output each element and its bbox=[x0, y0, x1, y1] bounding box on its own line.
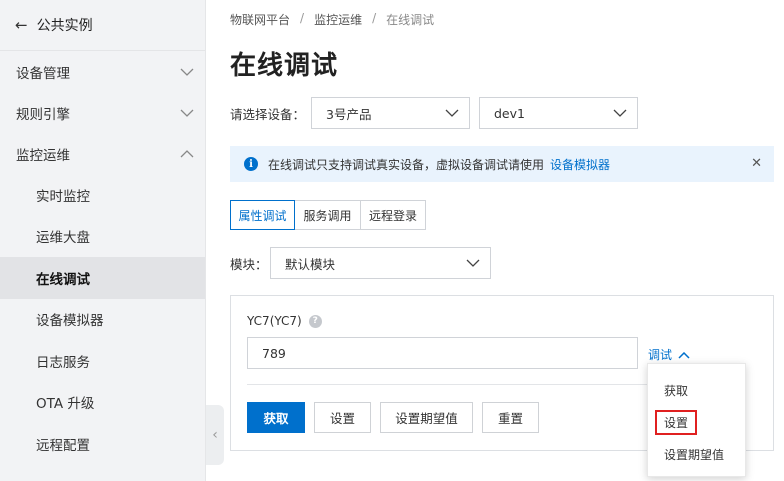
debug-dropdown-toggle[interactable]: 调试 bbox=[648, 346, 690, 363]
back-label: 公共实例 bbox=[36, 18, 93, 34]
device-selector-row: 请选择设备： 3号产品 dev1 bbox=[230, 97, 638, 129]
chevron-down-icon bbox=[613, 106, 627, 120]
arrow-left-icon: ← bbox=[15, 15, 28, 34]
tab-service-call[interactable]: 服务调用 bbox=[295, 200, 361, 230]
info-notice: i 在线调试只支持调试真实设备，虚拟设备调试请使用 设备模拟器 ✕ bbox=[230, 146, 774, 182]
sidebar-item-online-debug[interactable]: 在线调试 bbox=[0, 257, 205, 299]
sidebar-group-label: 监控运维 bbox=[16, 147, 70, 164]
sidebar-item-device-simulator[interactable]: 设备模拟器 bbox=[0, 299, 205, 341]
chevron-left-icon: ‹ bbox=[212, 427, 218, 443]
device-select-label: 请选择设备： bbox=[230, 106, 306, 122]
breadcrumb-current: 在线调试 bbox=[386, 13, 435, 27]
sidebar-group-device-management[interactable]: 设备管理 bbox=[0, 51, 205, 92]
menu-item-set-expected[interactable]: 设置期望值 bbox=[648, 441, 745, 467]
fetch-button[interactable]: 获取 bbox=[247, 402, 305, 433]
menu-item-label: 设置 bbox=[655, 409, 698, 435]
sidebar-group-monitoring[interactable]: 监控运维 bbox=[0, 133, 205, 174]
property-value-input[interactable]: 789 bbox=[247, 337, 638, 369]
close-icon[interactable]: ✕ bbox=[751, 156, 762, 172]
sidebar-item-log-service[interactable]: 日志服务 bbox=[0, 340, 205, 382]
debug-link-label: 调试 bbox=[648, 348, 673, 362]
reset-button[interactable]: 重置 bbox=[482, 402, 539, 433]
sidebar-item-realtime-monitor[interactable]: 实时监控 bbox=[0, 174, 205, 216]
back-to-instance-button[interactable]: ← 公共实例 bbox=[0, 0, 205, 51]
set-expected-button[interactable]: 设置期望值 bbox=[380, 402, 473, 433]
sidebar-item-label: 远程配置 bbox=[36, 437, 90, 454]
sidebar-item-label: 在线调试 bbox=[36, 271, 90, 288]
breadcrumb: 物联网平台 / 监控运维 / 在线调试 bbox=[230, 11, 434, 28]
sidebar-group-label: 设备管理 bbox=[16, 65, 70, 82]
action-buttons: 获取 设置 设置期望值 重置 bbox=[247, 402, 539, 433]
device-select-value: dev1 bbox=[494, 105, 525, 121]
menu-item-fetch[interactable]: 获取 bbox=[648, 377, 745, 403]
debug-tabs: 属性调试 服务调用 远程登录 bbox=[230, 200, 426, 230]
tab-property-debug[interactable]: 属性调试 bbox=[230, 200, 295, 230]
breadcrumb-separator: / bbox=[372, 11, 377, 25]
info-icon: i bbox=[244, 157, 258, 171]
menu-item-set[interactable]: 设置 bbox=[648, 409, 745, 435]
device-simulator-link[interactable]: 设备模拟器 bbox=[550, 156, 610, 173]
sidebar-item-label: 日志服务 bbox=[36, 354, 90, 371]
sidebar-item-remote-config[interactable]: 远程配置 bbox=[0, 423, 205, 465]
chevron-up-icon bbox=[177, 144, 197, 164]
chevron-down-icon bbox=[177, 62, 197, 82]
sidebar-item-label: 设备模拟器 bbox=[36, 313, 104, 330]
breadcrumb-item[interactable]: 物联网平台 bbox=[230, 11, 290, 28]
chevron-down-icon bbox=[466, 256, 480, 270]
debug-dropdown-menu: 获取 设置 设置期望值 bbox=[647, 363, 746, 477]
set-button[interactable]: 设置 bbox=[314, 402, 371, 433]
breadcrumb-item[interactable]: 监控运维 bbox=[314, 11, 362, 28]
notice-text: 在线调试只支持调试真实设备，虚拟设备调试请使用 bbox=[268, 157, 545, 172]
menu-item-label: 获取 bbox=[664, 383, 689, 398]
help-icon[interactable]: ? bbox=[308, 314, 322, 328]
sidebar-item-label: 实时监控 bbox=[36, 188, 90, 205]
tab-remote-login[interactable]: 远程登录 bbox=[361, 200, 426, 230]
sidebar-item-ops-dashboard[interactable]: 运维大盘 bbox=[0, 216, 205, 258]
sidebar-collapse-button[interactable]: ‹ bbox=[206, 405, 224, 465]
property-name: YC7(YC7) ? bbox=[247, 314, 322, 328]
sidebar-item-label: 运维大盘 bbox=[36, 230, 90, 247]
breadcrumb-separator: / bbox=[300, 11, 305, 25]
chevron-down-icon bbox=[445, 106, 459, 120]
product-select[interactable]: 3号产品 bbox=[311, 97, 470, 129]
sidebar-item-ota-upgrade[interactable]: OTA 升级 bbox=[0, 382, 205, 424]
module-label: 模块： bbox=[230, 256, 268, 272]
sidebar-item-label: OTA 升级 bbox=[36, 396, 95, 413]
module-select[interactable]: 默认模块 bbox=[270, 247, 491, 279]
device-select[interactable]: dev1 bbox=[479, 97, 638, 129]
module-select-value: 默认模块 bbox=[285, 256, 336, 272]
sidebar: ← 公共实例 设备管理 规则引擎 监控运维 实时监控 运维大盘 在线调试 设备模… bbox=[0, 0, 206, 481]
page-title: 在线调试 bbox=[230, 51, 339, 81]
chevron-down-icon bbox=[177, 103, 197, 123]
menu-item-label: 设置期望值 bbox=[664, 447, 725, 462]
product-select-value: 3号产品 bbox=[326, 106, 372, 122]
sidebar-group-label: 规则引擎 bbox=[16, 106, 70, 123]
chevron-up-icon bbox=[678, 348, 690, 362]
property-name-label: YC7(YC7) bbox=[247, 314, 302, 328]
module-selector-row: 模块： 默认模块 bbox=[230, 247, 491, 279]
sidebar-group-rule-engine[interactable]: 规则引擎 bbox=[0, 92, 205, 133]
